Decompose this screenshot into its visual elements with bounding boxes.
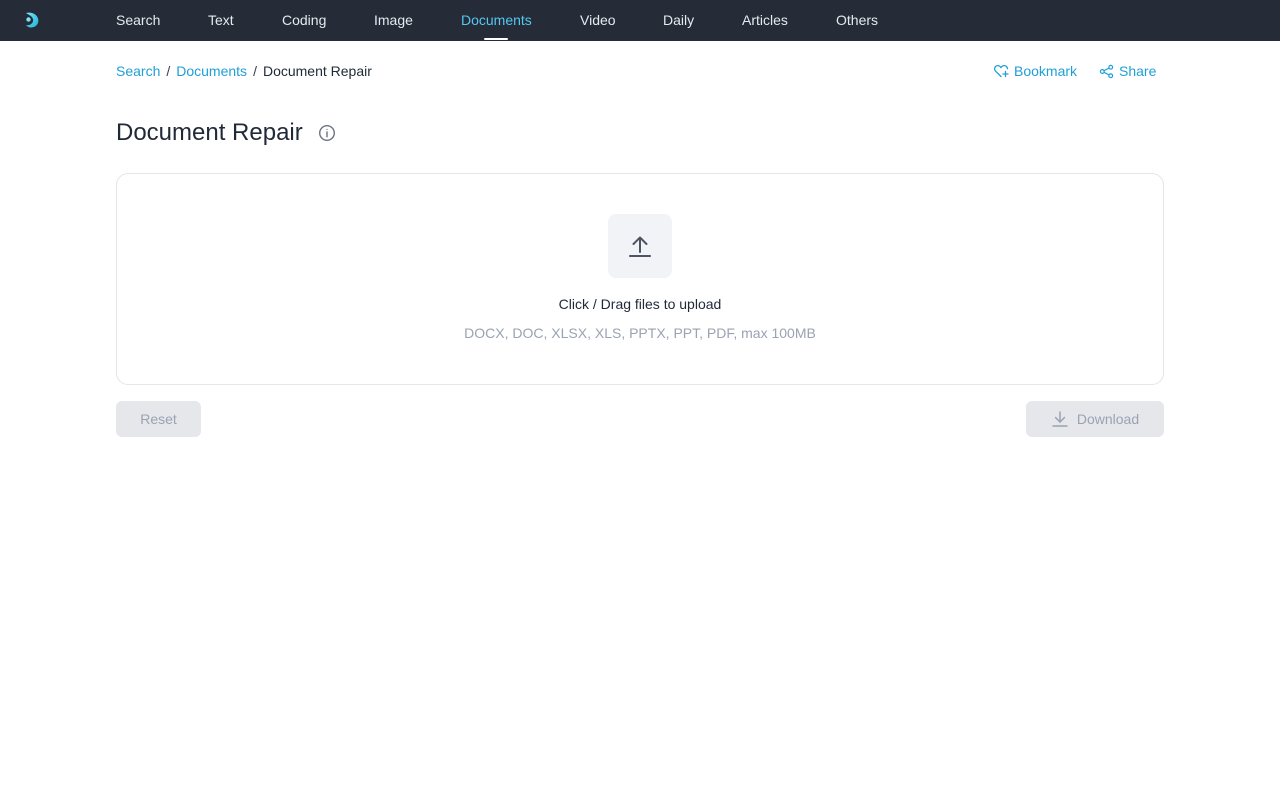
nav-item-articles[interactable]: Articles bbox=[742, 0, 788, 41]
nav-item-label: Articles bbox=[742, 12, 788, 28]
download-button[interactable]: Download bbox=[1026, 401, 1164, 437]
breadcrumb-current: Document Repair bbox=[262, 63, 372, 79]
upload-formats-hint: DOCX, DOC, XLSX, XLS, PPTX, PPT, PDF, ma… bbox=[464, 325, 816, 341]
nav-item-documents[interactable]: Documents bbox=[461, 0, 532, 41]
info-circle-icon[interactable] bbox=[318, 124, 336, 142]
page-title: Document Repair bbox=[116, 119, 303, 146]
breadcrumb-separator: / bbox=[253, 63, 257, 79]
download-label: Download bbox=[1076, 411, 1140, 427]
breadcrumb-link-search[interactable]: Search bbox=[116, 63, 160, 79]
nav-item-label: Documents bbox=[461, 12, 532, 28]
nav-item-label: Search bbox=[116, 12, 161, 28]
top-navigation-bar: Search Text Coding Image Documents Video… bbox=[0, 0, 1280, 41]
share-nodes-icon bbox=[1099, 64, 1114, 78]
nav-item-label: Text bbox=[208, 12, 234, 28]
reset-label: Reset bbox=[140, 411, 177, 427]
breadcrumb-separator: / bbox=[166, 63, 171, 79]
share-button[interactable]: Share bbox=[1099, 62, 1156, 80]
nav-item-video[interactable]: Video bbox=[580, 0, 616, 41]
nav-item-text[interactable]: Text bbox=[208, 0, 234, 41]
nav-item-image[interactable]: Image bbox=[374, 0, 413, 41]
breadcrumb: Search / Documents / Document Repair bbox=[116, 62, 372, 80]
active-tab-indicator bbox=[484, 38, 509, 40]
upload-prompt: Click / Drag files to upload bbox=[558, 296, 722, 312]
nav-item-coding[interactable]: Coding bbox=[282, 0, 326, 41]
nav-item-daily[interactable]: Daily bbox=[663, 0, 694, 41]
share-label: Share bbox=[1119, 63, 1157, 79]
breadcrumb-link-documents[interactable]: Documents bbox=[176, 63, 247, 79]
brand-logo-icon[interactable] bbox=[22, 10, 42, 30]
bookmark-label: Bookmark bbox=[1014, 63, 1078, 79]
download-icon bbox=[1052, 411, 1068, 427]
bookmark-button[interactable]: Bookmark bbox=[993, 62, 1077, 80]
upload-arrow-icon bbox=[629, 236, 651, 257]
nav-item-label: Coding bbox=[282, 12, 327, 28]
nav-item-search[interactable]: Search bbox=[116, 0, 160, 41]
heart-plus-icon bbox=[993, 64, 1009, 78]
nav-item-label: Video bbox=[580, 12, 616, 28]
nav-item-label: Image bbox=[374, 12, 413, 28]
upload-icon-box bbox=[608, 214, 672, 278]
nav-item-label: Others bbox=[836, 12, 879, 28]
reset-button[interactable]: Reset bbox=[116, 401, 201, 437]
nav-item-label: Daily bbox=[663, 12, 695, 28]
file-upload-dropzone[interactable]: Click / Drag files to upload DOCX, DOC, … bbox=[116, 173, 1164, 385]
nav-item-others[interactable]: Others bbox=[836, 0, 878, 41]
